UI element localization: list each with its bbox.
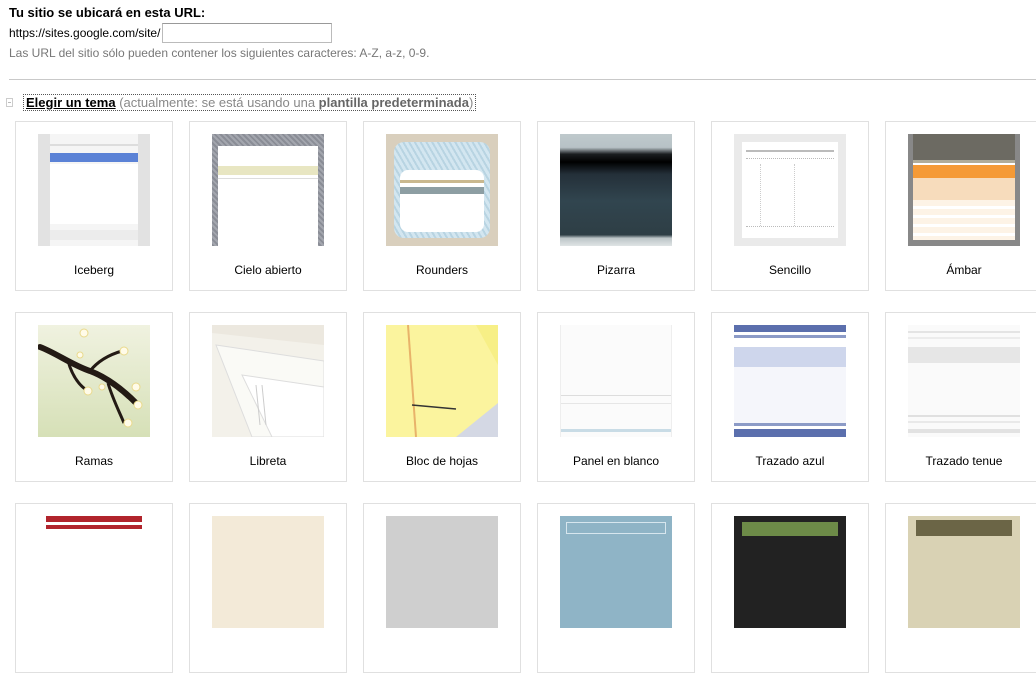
theme-tile-row3-5[interactable] — [711, 503, 869, 673]
panel-en-blanco-thumbnail — [560, 325, 672, 437]
theme-tile-iceberg[interactable]: Iceberg — [15, 121, 173, 291]
theme-tile-libreta[interactable]: Libreta — [189, 312, 347, 482]
url-prefix: https://sites.google.com/site/ — [9, 26, 161, 40]
theme-label: Iceberg — [73, 263, 115, 277]
theme-label: Libreta — [249, 454, 287, 468]
theme-note-prefix: (actualmente: se está usando una — [119, 95, 319, 110]
collapse-icon[interactable] — [6, 98, 13, 107]
theme-label: Rounders — [415, 263, 469, 277]
theme-label: Sencillo — [768, 263, 812, 277]
sencillo-thumbnail — [734, 134, 846, 246]
theme-tile-row3-6[interactable] — [885, 503, 1036, 673]
theme-tile-trazado-tenue[interactable]: Trazado tenue — [885, 312, 1036, 482]
theme-tile-row3-3[interactable] — [363, 503, 521, 673]
url-row: https://sites.google.com/site/ — [9, 23, 429, 43]
theme-tile-trazado-azul[interactable]: Trazado azul — [711, 312, 869, 482]
ambar-thumbnail — [908, 134, 1020, 246]
theme-tile-row3-4[interactable] — [537, 503, 695, 673]
site-url-input[interactable] — [162, 23, 333, 43]
theme-label: Trazado azul — [755, 454, 825, 468]
theme-tile-pizarra[interactable]: Pizarra — [537, 121, 695, 291]
trazado-tenue-thumbnail — [908, 325, 1020, 437]
url-hint: Las URL del sitio sólo pueden contener l… — [9, 46, 430, 60]
theme-tile-bloc-de-hojas[interactable]: Bloc de hojas — [363, 312, 521, 482]
bloc-de-hojas-thumbnail — [386, 325, 498, 437]
theme-note: (actualmente: se está usando una plantil… — [119, 95, 473, 110]
url-section: Tu sitio se ubicará en esta URL: https:/… — [9, 5, 429, 60]
theme-label: Cielo abierto — [234, 263, 302, 277]
theme-tile-sencillo[interactable]: Sencillo — [711, 121, 869, 291]
theme-tile-ramas[interactable]: Ramas — [15, 312, 173, 482]
rounders-thumbnail — [386, 134, 498, 246]
theme-tile-cielo-abierto[interactable]: Cielo abierto — [189, 121, 347, 291]
ramas-thumbnail — [38, 325, 150, 437]
theme-tile-row3-1[interactable] — [15, 503, 173, 673]
theme-label: Ramas — [74, 454, 113, 468]
iceberg-thumbnail — [38, 134, 150, 246]
theme-note-strong: plantilla predeterminada — [318, 95, 469, 110]
theme-label: Pizarra — [596, 263, 635, 277]
theme-label: Bloc de hojas — [405, 454, 479, 468]
theme-tile-rounders[interactable]: Rounders — [363, 121, 521, 291]
pizarra-thumbnail — [560, 134, 672, 246]
libreta-thumbnail — [212, 325, 324, 437]
choose-theme-link[interactable]: Elegir un tema — [26, 95, 116, 110]
theme-tile-panel-en-blanco[interactable]: Panel en blanco — [537, 312, 695, 482]
trazado-azul-thumbnail — [734, 325, 846, 437]
theme-heading: Elegir un tema (actualmente: se está usa… — [6, 94, 477, 111]
theme-tile-row3-2[interactable] — [189, 503, 347, 673]
theme-heading-box: Elegir un tema (actualmente: se está usa… — [23, 94, 477, 111]
theme-label: Panel en blanco — [572, 454, 660, 468]
theme-label: Trazado tenue — [925, 454, 1003, 468]
theme-tile-ambar[interactable]: Ámbar — [885, 121, 1036, 291]
theme-note-suffix: ) — [468, 95, 474, 110]
url-title: Tu sitio se ubicará en esta URL: — [9, 5, 206, 20]
cielo-abierto-thumbnail — [212, 134, 324, 246]
theme-label: Ámbar — [946, 263, 982, 277]
section-divider — [9, 79, 1036, 80]
